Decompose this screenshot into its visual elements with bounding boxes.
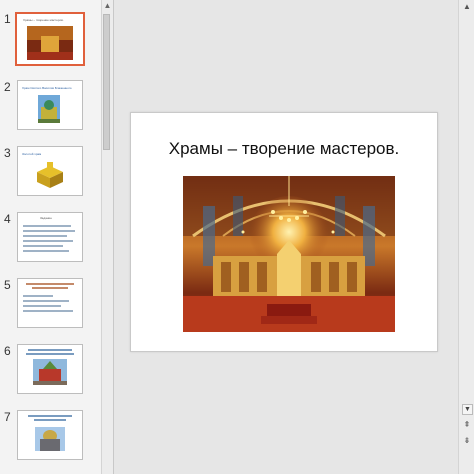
- thumbnail-scroll-thumb[interactable]: [103, 14, 110, 150]
- current-slide[interactable]: Храмы – творение мастеров.: [130, 112, 438, 352]
- text-line: [23, 240, 73, 242]
- previous-slide-button[interactable]: ⇞: [462, 420, 472, 430]
- thumbnail-item-4[interactable]: 4 Задание: [0, 212, 100, 262]
- scroll-up-button[interactable]: ▲: [462, 2, 472, 12]
- next-slide-button[interactable]: ⇟: [462, 436, 472, 446]
- thumbnail-item-3[interactable]: 3 Золотой храм: [0, 146, 100, 196]
- text-line: [23, 295, 53, 297]
- thumbnail-item-5[interactable]: 5: [0, 278, 100, 328]
- thumbnail-title: Золотой храм: [22, 152, 42, 156]
- thumbnail-cathedral-image: [38, 95, 60, 123]
- text-line: [23, 300, 69, 302]
- slide-thumbnail-6[interactable]: [17, 344, 83, 394]
- slide-thumbnail-pane[interactable]: 1 Храмы – творение мастеров. 2 Храм Свят…: [0, 0, 114, 474]
- slide-thumbnail-2[interactable]: Храм Святого Василия Блаженного: [17, 80, 83, 130]
- thumbnail-number: 5: [4, 278, 11, 292]
- scroll-up-button[interactable]: ▲: [102, 1, 113, 11]
- thumbnail-title: Храм Святого Василия Блаженного: [22, 86, 72, 90]
- thumbnail-item-7[interactable]: 7: [0, 410, 100, 460]
- thumbnail-golden-ark-image: [37, 162, 63, 188]
- thumbnail-item-6[interactable]: 6: [0, 344, 100, 394]
- text-line: [26, 353, 74, 355]
- thumbnail-item-2[interactable]: 2 Храм Святого Василия Блаженного: [0, 80, 100, 130]
- thumbnail-temple-image: [27, 26, 73, 60]
- slide-thumbnail-5[interactable]: [17, 278, 83, 328]
- editor-scrollbar[interactable]: ▲ ▼ ⇞ ⇟: [458, 0, 474, 474]
- text-line: [23, 250, 69, 252]
- thumbnail-number: 7: [4, 410, 11, 424]
- thumbnail-number: 2: [4, 80, 11, 94]
- thumbnail-number: 6: [4, 344, 11, 358]
- thumbnail-number: 1: [4, 12, 11, 26]
- slide-title[interactable]: Храмы – творение мастеров.: [131, 139, 437, 159]
- text-line: [34, 419, 66, 421]
- text-line: [32, 287, 68, 289]
- thumbnail-item-1[interactable]: 1 Храмы – творение мастеров.: [0, 12, 100, 68]
- text-line: [23, 230, 75, 232]
- text-line: [23, 245, 63, 247]
- text-line: [23, 225, 71, 227]
- text-line: [23, 305, 61, 307]
- text-line: [28, 415, 72, 417]
- slide-editor[interactable]: Храмы – творение мастеров.: [114, 0, 458, 474]
- editor-bottom-bar: [114, 464, 458, 474]
- thumbnail-number: 4: [4, 212, 11, 226]
- slide-thumbnail-3[interactable]: Золотой храм: [17, 146, 83, 196]
- slide-thumbnail-7[interactable]: [17, 410, 83, 460]
- text-line: [23, 310, 73, 312]
- text-line: [28, 349, 72, 351]
- text-line: [26, 283, 74, 285]
- thumbnail-title: Задание: [40, 216, 52, 220]
- slide-thumbnail-1[interactable]: Храмы – творение мастеров.: [15, 12, 85, 66]
- text-line: [23, 235, 67, 237]
- thumbnail-kremlin-image: [33, 359, 67, 385]
- slide-thumbnail-4[interactable]: Задание: [17, 212, 83, 262]
- temple-interior-image[interactable]: [183, 176, 395, 332]
- scroll-down-button[interactable]: ▼: [462, 404, 473, 415]
- thumbnail-cathedral-dome-image: [35, 427, 65, 451]
- thumbnail-title: Храмы – творение мастеров.: [23, 18, 64, 22]
- thumbnail-number: 3: [4, 146, 11, 160]
